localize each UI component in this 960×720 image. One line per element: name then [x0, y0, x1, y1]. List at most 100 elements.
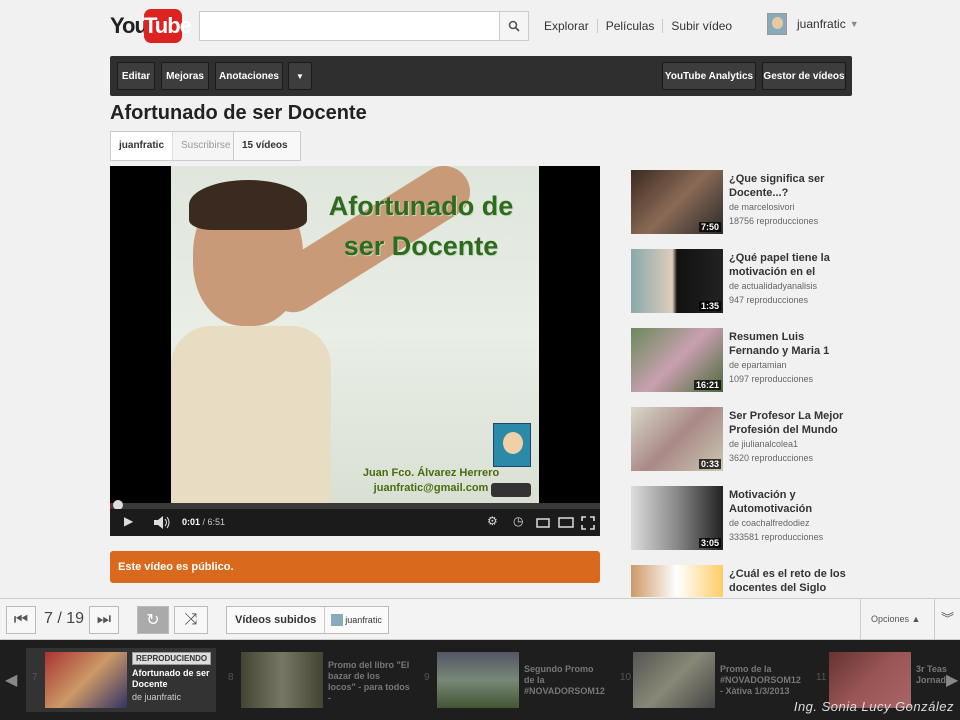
chevron-right-icon[interactable]: ▶: [946, 670, 958, 690]
item-title: Afortunado de ser Docente: [132, 668, 210, 689]
shuffle-button[interactable]: ⤨: [174, 606, 208, 634]
related-author: de epartamian: [729, 360, 787, 370]
video-player[interactable]: Afortunado de ser Docente Juan Fco. Álva…: [110, 166, 600, 536]
logo-tube-text: Tube: [144, 9, 192, 43]
related-title[interactable]: Resumen Luis Fernando y Maria 1: [729, 330, 847, 358]
enhancements-button[interactable]: Mejoras: [161, 62, 209, 90]
playlist-owner[interactable]: juanfratic: [325, 607, 388, 633]
volume-icon[interactable]: [154, 516, 172, 529]
item-number: 10: [620, 672, 632, 683]
video-thumbnail[interactable]: 0:33: [631, 407, 723, 471]
search-button[interactable]: [499, 12, 528, 40]
logo-you-text: You: [110, 13, 148, 38]
related-video[interactable]: 16:21 Resumen Luis Fernando y Maria 1 de…: [631, 328, 851, 394]
search-icon: [508, 20, 520, 32]
related-views: 947 reproducciones: [729, 295, 809, 305]
play-icon[interactable]: ▶: [124, 514, 133, 528]
channel-name[interactable]: juanfratic: [111, 132, 174, 160]
large-player-icon[interactable]: [558, 517, 574, 528]
repeat-icon: ↻: [146, 612, 160, 629]
related-video[interactable]: 0:33 Ser Profesor La Mejor Profesión del…: [631, 407, 851, 473]
related-title[interactable]: ¿Que significa ser Docente...?: [729, 172, 847, 200]
chevron-down-icon: ▼: [849, 19, 859, 29]
related-title[interactable]: Motivación y Automotivación: [729, 488, 847, 516]
uploaded-videos-link[interactable]: Vídeos subidos: [227, 607, 326, 633]
related-author: de coachalfredodiez: [729, 518, 810, 528]
video-thumbnail[interactable]: 7:50: [631, 170, 723, 234]
frame-author-name: Juan Fco. Álvarez Herrero: [362, 467, 500, 479]
item-title: Segundo Promo de la #NOVADORSOM12: [524, 664, 605, 696]
video-thumbnail[interactable]: [633, 652, 715, 708]
related-video[interactable]: 3:05 Motivación y Automotivación de coac…: [631, 486, 851, 552]
watch-later-icon[interactable]: ◷: [513, 514, 523, 528]
nav-explorar[interactable]: Explorar: [544, 19, 598, 33]
video-thumbnail[interactable]: 16:21: [631, 328, 723, 392]
chevron-left-icon[interactable]: ◀: [5, 670, 17, 690]
nav-peliculas[interactable]: Películas: [598, 19, 664, 33]
frame-title: Afortunado de ser Docente: [328, 191, 514, 261]
videos-count-dropdown[interactable]: 15 vídeos ▼: [233, 131, 301, 178]
playlist-item[interactable]: 9 Segundo Promo de la #NOVADORSOM12: [418, 648, 608, 712]
nav-subir-video[interactable]: Subir vídeo: [663, 19, 740, 33]
related-video[interactable]: 1:35 ¿Qué papel tiene la motivación en e…: [631, 249, 851, 315]
related-views: 1097 reproducciones: [729, 374, 814, 384]
small-player-icon[interactable]: [536, 518, 550, 528]
related-title[interactable]: ¿Qué papel tiene la motivación en el: [729, 251, 847, 279]
related-views: 333581 reproducciones: [729, 532, 824, 542]
gear-icon[interactable]: ⚙: [487, 514, 498, 528]
item-title: Promo de la #NOVADORSOM12 - Xàtiva 1/3/2…: [720, 664, 801, 696]
duration: 0:33: [698, 459, 721, 469]
subscribe-button[interactable]: Suscribirse: [173, 132, 239, 160]
video-thumbnail[interactable]: [437, 652, 519, 708]
uploaded-videos-box: Vídeos subidos juanfratic: [226, 606, 389, 634]
related-title[interactable]: Ser Profesor La Mejor Profesión del Mund…: [729, 409, 847, 437]
search-input[interactable]: [200, 12, 500, 40]
related-author: de marcelosivori: [729, 202, 795, 212]
repeat-button[interactable]: ↻: [137, 606, 169, 634]
item-number: 9: [424, 672, 430, 683]
double-chevron-down-icon: ︾: [940, 611, 954, 626]
time-display: 0:01 / 6:51: [182, 517, 226, 527]
more-dropdown-button[interactable]: ▼: [288, 62, 312, 90]
related-video[interactable]: ¿Cuál es el reto de los docentes del Sig…: [631, 565, 851, 597]
person-figure: [171, 326, 331, 503]
skip-previous-icon: ⏮: [13, 611, 29, 628]
playlist-item[interactable]: 7 REPRODUCIENDO Afortunado de ser Docent…: [26, 648, 216, 712]
now-playing-badge: REPRODUCIENDO: [132, 652, 212, 665]
options-button[interactable]: Opciones ▲: [860, 599, 934, 639]
playlist-item[interactable]: 10 Promo de la #NOVADORSOM12 - Xàtiva 1/…: [614, 648, 804, 712]
youtube-logo[interactable]: You Tube: [110, 9, 192, 43]
credit-watermark: Ing. Sonia Lucy González: [793, 699, 954, 714]
video-thumbnail[interactable]: 1:35: [631, 249, 723, 313]
previous-button[interactable]: ⏮: [6, 606, 36, 634]
video-thumbnail[interactable]: [45, 652, 127, 708]
duration: 7:50: [698, 222, 721, 232]
edit-button[interactable]: Editar: [117, 62, 155, 90]
person-hair: [189, 180, 307, 230]
related-title[interactable]: ¿Cuál es el reto de los docentes del Sig…: [729, 567, 847, 595]
duration: 16:21: [693, 380, 721, 390]
annotations-button[interactable]: Anotaciones: [215, 62, 283, 90]
related-views: 3620 reproducciones: [729, 453, 814, 463]
related-views: 18756 reproducciones: [729, 216, 819, 226]
related-author: de actualidadyanalisis: [729, 281, 818, 291]
next-button[interactable]: ⏭: [89, 606, 119, 634]
video-thumbnail[interactable]: 3:05: [631, 486, 723, 550]
analytics-button[interactable]: YouTube Analytics: [662, 62, 756, 90]
video-thumbnail[interactable]: [241, 652, 323, 708]
collapse-button[interactable]: ︾: [934, 599, 960, 639]
channel-box: juanfratic Suscribirse: [110, 131, 240, 161]
user-menu[interactable]: juanfratic ▼: [767, 13, 859, 35]
related-video[interactable]: 7:50 ¿Que significa ser Docente...? de m…: [631, 170, 851, 236]
time-total: 6:51: [207, 517, 226, 527]
playlist-bar: ⏮ 7 / 19 ⏭ ↻ ⤨ Vídeos subidos juanfratic…: [0, 598, 960, 640]
item-number: 7: [32, 672, 38, 683]
playlist-item[interactable]: 8 Promo del libro "El bazar de los locos…: [222, 648, 412, 712]
username: juanfratic: [797, 17, 846, 31]
video-thumbnail[interactable]: [631, 565, 723, 597]
item-number: 11: [816, 672, 827, 683]
playlist-tray: ◀ 7 REPRODUCIENDO Afortunado de ser Doce…: [0, 640, 960, 720]
fullscreen-icon[interactable]: [581, 516, 595, 530]
video-manager-button[interactable]: Gestor de vídeos: [762, 62, 846, 90]
avatar: [331, 614, 344, 626]
